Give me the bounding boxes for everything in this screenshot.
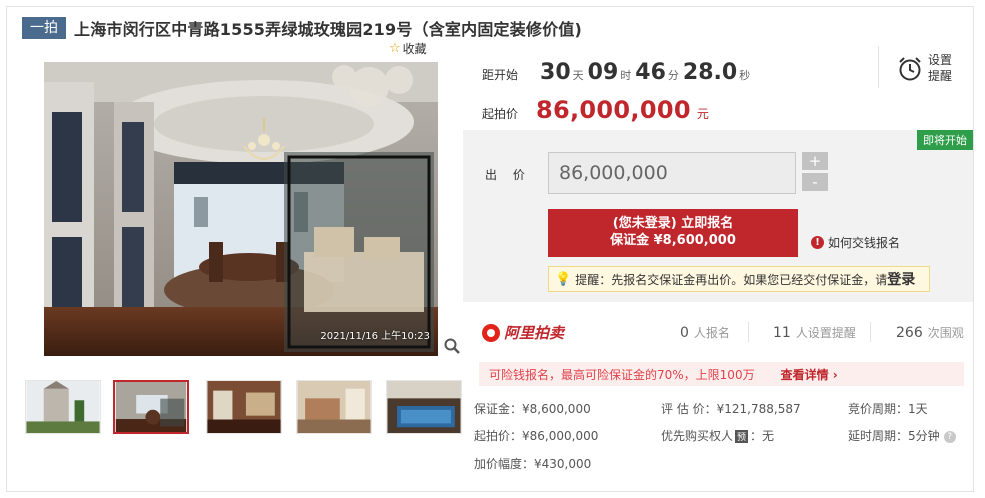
- register-button[interactable]: (您未登录) 立即报名 保证金 ¥8,600,000: [548, 209, 798, 257]
- divider: [870, 322, 871, 342]
- countdown-days-unit: 天: [572, 69, 584, 82]
- divider: [748, 322, 749, 342]
- loan-details-link[interactable]: 查看详情 ›: [781, 366, 838, 383]
- deposit-info: 保证金：¥8,600,000: [474, 402, 591, 416]
- priority-label: 优先购买权人: [661, 429, 734, 443]
- increase-button[interactable]: +: [802, 152, 828, 170]
- countdown-hours-unit: 时: [620, 69, 632, 82]
- countdown-label: 距开始: [482, 68, 519, 82]
- priority-value: ：无: [750, 429, 775, 443]
- login-hint: 💡 提醒：先报名交保证金再出价。如果您已经交付保证金，请 登录: [548, 266, 930, 292]
- stat-unit: 人设置提醒: [795, 326, 856, 340]
- star-icon: ☆: [389, 41, 401, 56]
- appraisal-info: 评 估 价：¥121,788,587: [661, 402, 801, 416]
- delay-cycle-info: 延时周期：5分钟?: [848, 427, 956, 444]
- aliauction-logo-icon: [482, 323, 500, 342]
- bid-input[interactable]: 86,000,000: [548, 152, 796, 194]
- how-pay-label: 如何交钱报名: [828, 236, 901, 250]
- priority-tag: 预: [735, 430, 749, 443]
- thumbnail-1[interactable]: [25, 380, 101, 434]
- thumbnail-4[interactable]: [296, 380, 372, 434]
- stat-number: 11: [773, 325, 791, 341]
- countdown: 距开始 30 天 09 时 46 分 28.0 秒: [482, 60, 754, 85]
- countdown-seconds: 28.0: [682, 60, 738, 85]
- title-row: 一拍 上海市闵行区中青路1555弄绿城玫瑰园219号（含室内固定装修价值): [22, 16, 582, 40]
- countdown-seconds-unit: 秒: [739, 69, 751, 82]
- status-badge: 即将开始: [917, 130, 973, 150]
- decrease-button[interactable]: -: [802, 173, 828, 191]
- aliauction-logo: 阿里拍卖: [482, 322, 564, 343]
- countdown-minutes: 46: [635, 60, 666, 85]
- divider: [878, 46, 879, 88]
- alarm-clock-icon[interactable]: [897, 56, 923, 82]
- how-to-pay-link[interactable]: ! 如何交钱报名: [811, 234, 900, 251]
- favorite-button[interactable]: ☆ 收藏: [389, 40, 427, 57]
- favorite-label: 收藏: [402, 42, 427, 56]
- loan-banner: 可险钱报名，最高可险保证金的70%，上限100万 查看详情 ›: [479, 362, 964, 386]
- page-title: 上海市闵行区中青路1555弄绿城玫瑰园219号（含室内固定装修价值): [74, 20, 583, 39]
- help-icon[interactable]: ?: [943, 430, 956, 443]
- login-link[interactable]: 登录: [887, 269, 915, 289]
- stat-unit: 人报名: [693, 326, 730, 340]
- reminder-line1: 设置: [928, 53, 953, 67]
- countdown-days: 30: [540, 60, 571, 85]
- start-price-info: 起拍价：¥86,000,000: [474, 429, 599, 443]
- register-line2: 保证金 ¥8,600,000: [610, 233, 736, 248]
- countdown-minutes-unit: 分: [667, 69, 679, 82]
- priority-buyer-info: 优先购买权人预：无: [661, 427, 774, 444]
- stat-reminders: 11 人设置提醒: [773, 324, 856, 341]
- hint-text: 提醒：先报名交保证金再出价。如果您已经交付保证金，请: [575, 272, 888, 287]
- bid-label: 出 价: [485, 168, 531, 182]
- interior-photo: [44, 62, 438, 356]
- reminder-line2: 提醒: [928, 69, 953, 83]
- delay-cycle-text: 延时周期：5分钟: [848, 429, 940, 443]
- start-price-label: 起拍价: [482, 107, 519, 121]
- auction-round-tag: 一拍: [22, 17, 66, 39]
- info-icon: !: [811, 236, 824, 249]
- stat-registered: 0 人报名: [680, 324, 730, 341]
- register-line1: (您未登录) 立即报名: [612, 216, 734, 231]
- bid-panel: 即将开始 出 价 86,000,000 + - (您未登录) 立即报名 保证金 …: [463, 130, 973, 302]
- zoom-icon[interactable]: [444, 338, 460, 358]
- stat-unit: 次围观: [927, 326, 964, 340]
- bid-cycle-info: 竞价周期：1天: [848, 402, 928, 416]
- platform-name: 阿里拍卖: [504, 324, 565, 342]
- start-price-value: 86,000,000: [536, 96, 691, 124]
- thumbnail-5[interactable]: [386, 380, 462, 434]
- set-reminder-button[interactable]: 设置 提醒: [928, 52, 958, 84]
- start-price-row: 起拍价 86,000,000 元: [482, 96, 709, 124]
- thumbnail-2[interactable]: [113, 380, 189, 434]
- loan-text: 可险钱报名，最高可险保证金的70%，上限100万: [489, 367, 755, 382]
- countdown-hours: 09: [587, 60, 619, 85]
- main-photo[interactable]: 2021/11/16 上午10:23: [44, 62, 438, 356]
- increment-info: 加价幅度：¥430,000: [474, 457, 592, 471]
- photo-timestamp: 2021/11/16 上午10:23: [320, 331, 430, 342]
- thumbnail-3[interactable]: [206, 380, 282, 434]
- stat-number: 0: [680, 325, 689, 341]
- stat-number: 266: [896, 325, 923, 341]
- start-price-unit: 元: [696, 107, 709, 121]
- stat-views: 266 次围观: [896, 324, 964, 341]
- bulb-icon: 💡: [555, 271, 572, 287]
